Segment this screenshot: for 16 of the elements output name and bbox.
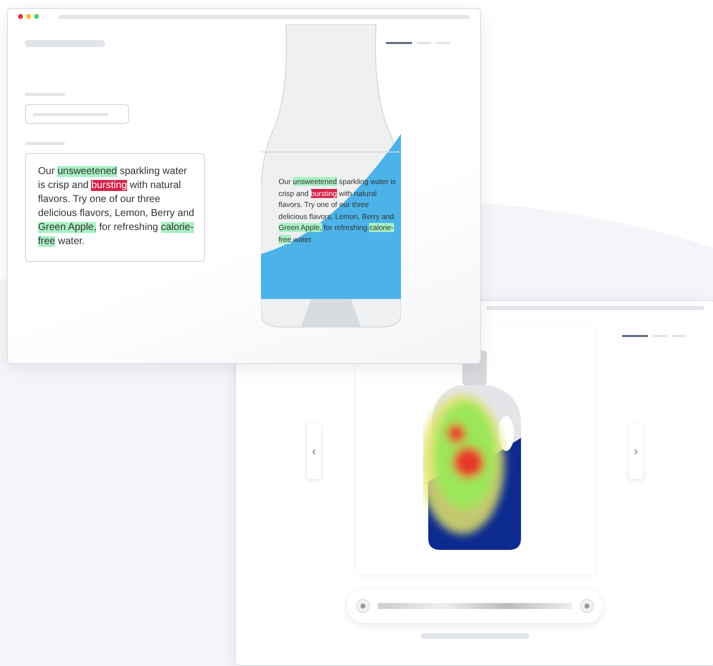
handle-icon[interactable] <box>356 599 370 613</box>
page-indicator[interactable] <box>622 335 648 337</box>
page-indicator[interactable] <box>417 42 431 44</box>
copy-text: Our unsweetened sparkling water is crisp and bursting with natural flavors. Try one of our three delicious flavors, Lemon, Berry and Green Apple, for refreshing calorie-free water. <box>25 153 205 262</box>
input-field[interactable] <box>25 104 129 124</box>
minimize-dot-icon[interactable] <box>26 14 31 19</box>
maximize-dot-icon[interactable] <box>34 14 39 19</box>
page-indicator[interactable] <box>386 42 412 44</box>
page-indicator[interactable] <box>653 335 667 337</box>
next-button[interactable]: › <box>629 423 643 479</box>
handle-icon[interactable] <box>580 599 594 613</box>
close-dot-icon[interactable] <box>18 14 23 19</box>
previous-button[interactable]: ‹ <box>307 423 321 479</box>
page-indicator[interactable] <box>672 335 686 337</box>
timeline-scrubber[interactable] <box>347 589 603 623</box>
page-indicator[interactable] <box>436 42 450 44</box>
